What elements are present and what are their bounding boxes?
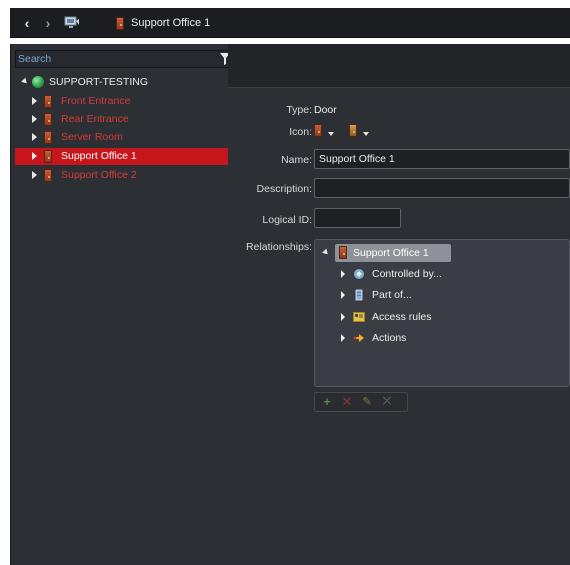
globe-icon	[32, 76, 44, 88]
top-bar: ‹ › Support Office 1	[10, 8, 570, 38]
tree-item-label: Support Office 2	[61, 169, 137, 181]
back-button[interactable]: ‹	[20, 15, 34, 31]
remove-icon[interactable]: ✕	[339, 395, 355, 409]
tree-item-label: Rear Entrance	[61, 113, 129, 125]
tree-item-rear-entrance[interactable]: Rear Entrance	[15, 111, 236, 128]
tree-item-label: Front Entrance	[61, 95, 131, 107]
building-icon	[355, 289, 363, 301]
expand-arrow-icon[interactable]	[32, 115, 37, 123]
relationship-label: Actions	[372, 332, 407, 344]
relationship-label: Access rules	[372, 311, 432, 323]
door-icon	[44, 150, 52, 163]
relationship-root-label: Support Office 1	[353, 247, 429, 259]
relationship-part-of[interactable]: Part of...	[341, 286, 541, 304]
properties-header	[228, 44, 570, 88]
clear-filter-icon[interactable]: ⤫	[379, 395, 395, 409]
window-title: Support Office 1	[131, 17, 211, 29]
relationship-label: Controlled by...	[372, 268, 442, 280]
logical-id-label: Logical ID:	[262, 214, 312, 226]
tree-item-label: Support Office 1	[61, 150, 137, 162]
door-open-icon	[348, 124, 357, 137]
expand-arrow-icon[interactable]	[32, 97, 37, 105]
relationship-root[interactable]: Support Office 1	[335, 244, 451, 262]
description-field[interactable]	[314, 178, 570, 198]
door-icon	[44, 131, 52, 144]
logical-id-field[interactable]	[314, 208, 401, 228]
relationship-controlled-by[interactable]: Controlled by...	[341, 265, 541, 283]
tree-item-front-entrance[interactable]: Front Entrance	[15, 93, 236, 110]
tree-root[interactable]: SUPPORT-TESTING	[19, 74, 229, 91]
door-icon	[116, 17, 124, 30]
tree-item-label: Server Room	[61, 131, 123, 143]
name-field[interactable]: Support Office 1	[314, 149, 570, 169]
expand-arrow-icon[interactable]	[32, 152, 37, 160]
tree-item-server-room[interactable]: Server Room	[15, 129, 236, 146]
relationships-label: Relationships:	[246, 241, 312, 253]
expand-arrow-icon[interactable]	[341, 313, 345, 321]
icon-selector[interactable]	[314, 124, 369, 140]
relationship-label: Part of...	[372, 289, 412, 301]
search-box[interactable]	[15, 50, 236, 68]
relationship-toolbar: + ✕ ✎ ⤫	[314, 392, 408, 412]
expand-arrow-icon[interactable]	[341, 334, 345, 342]
tree-item-support-office-1[interactable]: Support Office 1	[15, 148, 236, 165]
icon-label: Icon:	[289, 126, 312, 138]
tree-root-label: SUPPORT-TESTING	[49, 76, 148, 88]
door-icon	[44, 95, 52, 108]
edit-icon[interactable]: ✎	[359, 395, 375, 409]
expand-arrow-icon[interactable]	[32, 171, 37, 179]
relationships-tree[interactable]: Support Office 1 Controlled by... Part o…	[314, 239, 570, 387]
door-icon	[314, 124, 322, 137]
monitor-icon[interactable]	[64, 16, 80, 29]
expand-arrow-icon[interactable]	[341, 270, 345, 278]
chevron-down-icon[interactable]	[328, 132, 334, 137]
expand-arrow-icon[interactable]	[341, 291, 345, 299]
action-icon	[353, 334, 364, 342]
entity-tree-panel: SUPPORT-TESTING Front Entrance Rear Entr…	[10, 44, 236, 565]
access-rule-icon	[353, 312, 365, 322]
relationship-access-rules[interactable]: Access rules	[341, 308, 541, 326]
controller-icon	[354, 269, 364, 279]
name-label: Name:	[281, 154, 312, 166]
properties-panel: Type: Door Icon: Name: Support Office 1 …	[228, 44, 570, 565]
description-label: Description:	[256, 183, 312, 195]
search-input[interactable]	[18, 52, 198, 66]
relationship-actions[interactable]: Actions	[341, 329, 541, 347]
chevron-down-icon[interactable]	[362, 132, 369, 137]
door-icon	[44, 169, 52, 182]
add-icon[interactable]: +	[319, 395, 335, 409]
door-icon	[339, 246, 347, 259]
collapse-arrow-icon[interactable]	[322, 248, 330, 257]
forward-button[interactable]: ›	[41, 15, 55, 31]
door-icon	[44, 113, 52, 126]
tree-item-support-office-2[interactable]: Support Office 2	[15, 167, 236, 184]
collapse-arrow-icon[interactable]	[21, 77, 29, 86]
expand-arrow-icon[interactable]	[32, 133, 37, 141]
type-label: Type:	[286, 104, 312, 116]
type-value: Door	[314, 104, 337, 116]
